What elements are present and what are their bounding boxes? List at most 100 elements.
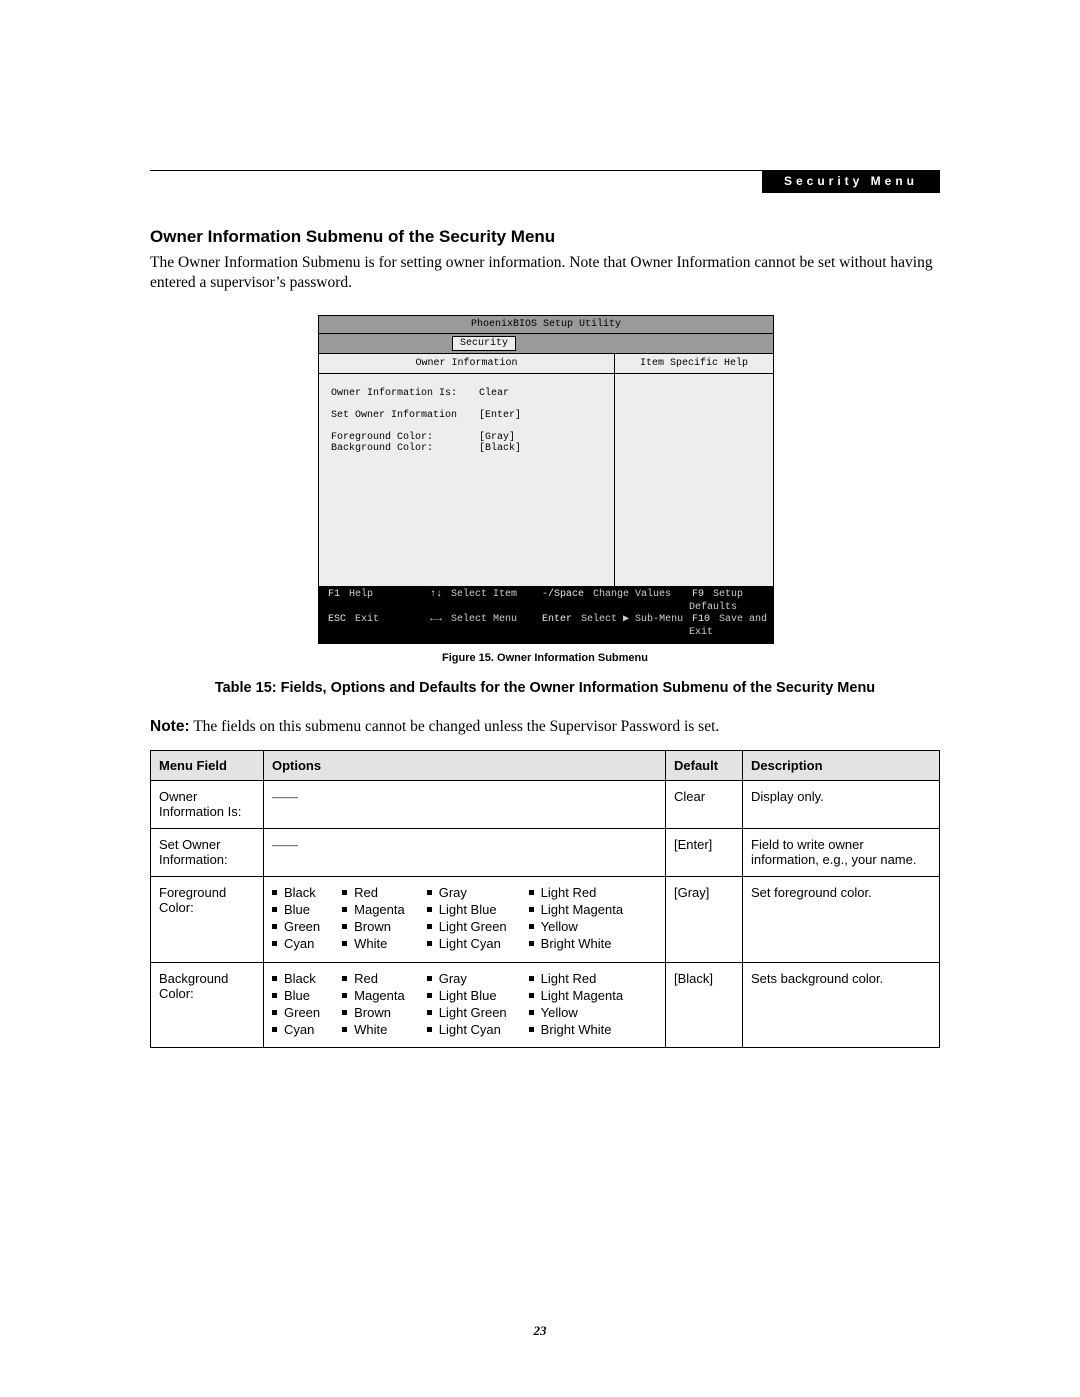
bios-row: Background Color: [Black]: [331, 443, 602, 454]
color-option: Light Green: [427, 1005, 507, 1022]
cell-menu-field: Background Color:: [151, 962, 264, 1048]
bios-left-panel: Owner Information Owner Information Is: …: [319, 354, 615, 586]
section-body: The Owner Information Submenu is for set…: [150, 253, 940, 293]
key-space: -/Space: [539, 589, 587, 600]
bios-right-header: Item Specific Help: [615, 354, 773, 374]
color-option: Light Red: [529, 885, 623, 902]
bios-row-value: [Gray]: [479, 432, 515, 443]
cell-options: ——: [264, 829, 666, 877]
bios-tab-security: Security: [452, 336, 516, 351]
bios-row-value: [Enter]: [479, 410, 521, 421]
color-option: Blue: [272, 902, 320, 919]
key-enter-label: Select ▶ Sub-Menu: [581, 614, 683, 625]
bios-right-panel: Item Specific Help: [615, 354, 773, 586]
color-option: Light Magenta: [529, 902, 623, 919]
figure-caption: Figure 15. Owner Information Submenu: [150, 652, 940, 664]
bios-row-value: [Black]: [479, 443, 521, 454]
cell-menu-field: Owner Information Is:: [151, 781, 264, 829]
bios-row-value: Clear: [479, 388, 509, 399]
bios-row-label: Background Color:: [331, 443, 473, 454]
key-f1: F1: [325, 589, 343, 600]
table-caption: Table 15: Fields, Options and Defaults f…: [150, 680, 940, 696]
table-header-row: Menu Field Options Default Description: [151, 751, 940, 781]
cell-description: Sets background color.: [743, 962, 940, 1048]
key-updown: ↑↓: [427, 589, 445, 600]
key-f9: F9: [689, 589, 707, 600]
color-option: Yellow: [529, 1005, 623, 1022]
color-option: Blue: [272, 988, 320, 1005]
cell-description: Display only.: [743, 781, 940, 829]
key-updown-label: Select Item: [451, 589, 517, 600]
color-option: Cyan: [272, 1022, 320, 1039]
bios-footer-row: ESC Exit ←→ Select Menu Enter Select ▶ S…: [319, 614, 773, 639]
note: Note: The fields on this submenu cannot …: [150, 718, 940, 736]
color-option: White: [342, 1022, 405, 1039]
bios-row: Owner Information Is: Clear: [331, 388, 602, 399]
color-option: Light Magenta: [529, 988, 623, 1005]
color-option: Light Blue: [427, 988, 507, 1005]
note-text: The fields on this submenu cannot be cha…: [190, 718, 720, 735]
header-rule: Security Menu: [150, 170, 940, 171]
color-option: Green: [272, 919, 320, 936]
th-description: Description: [743, 751, 940, 781]
cell-options: BlackBlueGreenCyan RedMagentaBrownWhite Gr…: [264, 877, 666, 963]
color-option: White: [342, 936, 405, 953]
cell-menu-field: Foreground Color:: [151, 877, 264, 963]
cell-options: ——: [264, 781, 666, 829]
key-space-label: Change Values: [593, 589, 671, 600]
th-options: Options: [264, 751, 666, 781]
table-row: Background Color:BlackBlueGreenCyanRedMa…: [151, 962, 940, 1048]
color-option: Gray: [427, 971, 507, 988]
cell-default: Clear: [666, 781, 743, 829]
key-leftright-label: Select Menu: [451, 614, 517, 625]
cell-description: Field to write owner information, e.g., …: [743, 829, 940, 877]
bios-screenshot: PhoenixBIOS Setup Utility Security Owner…: [318, 315, 772, 644]
color-column: GrayLight BlueLight GreenLight Cyan: [427, 971, 507, 1039]
color-option: Black: [272, 885, 320, 902]
bios-row-label: Foreground Color:: [331, 432, 473, 443]
color-option: Green: [272, 1005, 320, 1022]
bios-row: Set Owner Information [Enter]: [331, 410, 602, 421]
bios-body: Owner Information Owner Information Is: …: [319, 354, 773, 586]
color-option: Brown: [342, 919, 405, 936]
fields-table: Menu Field Options Default Description O…: [150, 750, 940, 1048]
th-default: Default: [666, 751, 743, 781]
bios-row: Foreground Color: [Gray]: [331, 432, 602, 443]
options-dash: ——: [272, 789, 298, 804]
color-option: Light Green: [427, 919, 507, 936]
options-dash: ——: [272, 837, 298, 852]
color-options: BlackBlueGreenCyan RedMagentaBrownWhite Gr…: [272, 971, 657, 1039]
key-enter: Enter: [539, 614, 575, 625]
color-option: Black: [272, 971, 320, 988]
color-option: Yellow: [529, 919, 623, 936]
color-options: BlackBlueGreenCyan RedMagentaBrownWhite Gr…: [272, 885, 657, 953]
color-option: Bright White: [529, 1022, 623, 1039]
color-column: RedMagentaBrownWhite: [342, 971, 405, 1039]
cell-description: Set foreground color.: [743, 877, 940, 963]
header-tag: Security Menu: [762, 170, 940, 193]
color-option: Light Blue: [427, 902, 507, 919]
color-option: Light Cyan: [427, 1022, 507, 1039]
color-column: BlackBlueGreenCyan: [272, 971, 320, 1039]
bios-row-label: Set Owner Information: [331, 410, 473, 421]
color-column: Light RedLight MagentaYellowBright White: [529, 885, 623, 953]
cell-default: [Black]: [666, 962, 743, 1048]
table-row: Set Owner Information: —— [Enter]Field to …: [151, 829, 940, 877]
color-column: BlackBlueGreenCyan: [272, 885, 320, 953]
cell-default: [Enter]: [666, 829, 743, 877]
key-esc-label: Exit: [355, 614, 379, 625]
key-f10: F10: [689, 614, 713, 625]
key-f1-label: Help: [349, 589, 373, 600]
bios-footer-row: F1 Help ↑↓ Select Item -/Space Change Va…: [319, 589, 773, 614]
bios-row-label: Owner Information Is:: [331, 388, 473, 399]
color-column: GrayLight BlueLight GreenLight Cyan: [427, 885, 507, 953]
color-option: Red: [342, 971, 405, 988]
bios-panel: PhoenixBIOS Setup Utility Security Owner…: [318, 315, 774, 644]
key-leftright: ←→: [427, 614, 445, 625]
color-option: Gray: [427, 885, 507, 902]
color-option: Magenta: [342, 902, 405, 919]
page-number: 23: [0, 1323, 1080, 1339]
color-option: Red: [342, 885, 405, 902]
bios-left-header: Owner Information: [319, 354, 614, 374]
cell-menu-field: Set Owner Information:: [151, 829, 264, 877]
